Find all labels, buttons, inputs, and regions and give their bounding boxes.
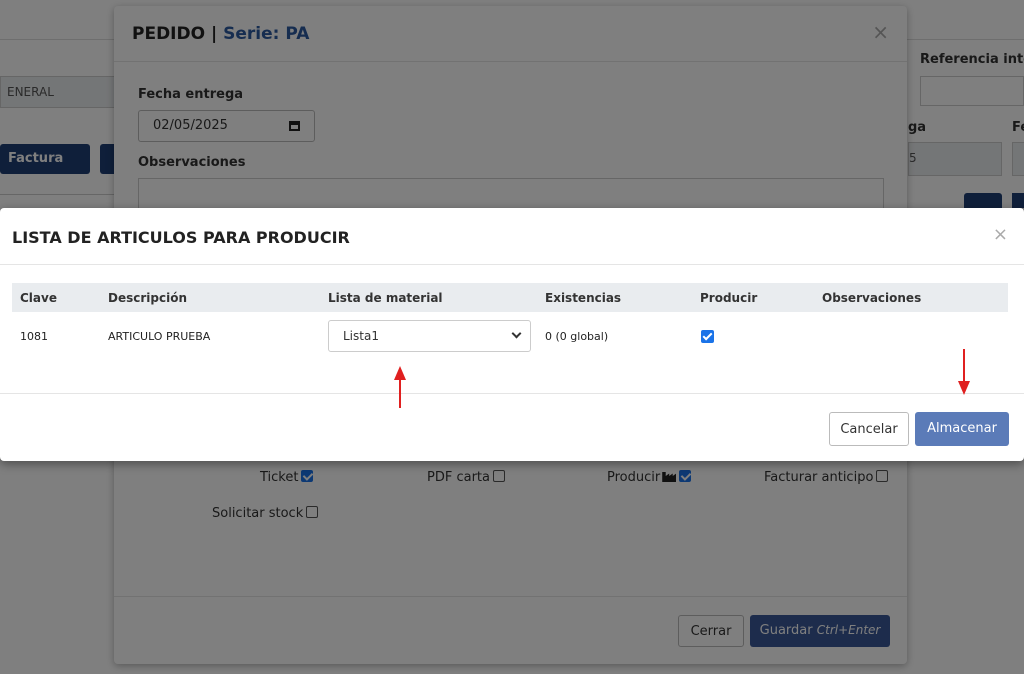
column-existencias: Existencias [545, 291, 622, 305]
column-descripcion: Descripción [108, 291, 187, 305]
cancelar-button[interactable]: Cancelar [829, 412, 909, 446]
row-clave: 1081 [20, 330, 48, 343]
column-producir: Producir [700, 291, 758, 305]
producir-row-checkbox[interactable] [701, 330, 714, 343]
lista-footer: Cancelar Almacenar [0, 393, 1024, 461]
row-descripcion: ARTICULO PRUEBA [108, 330, 211, 343]
close-icon[interactable]: × [993, 224, 1008, 245]
lista-title: LISTA DE ARTICULOS PARA PRODUCIR [12, 228, 350, 247]
column-lista-material: Lista de material [328, 291, 443, 305]
lista-articulos-modal: LISTA DE ARTICULOS PARA PRODUCIR × Clave… [0, 208, 1024, 461]
lista-material-value: Lista1 [343, 329, 379, 343]
row-existencias: 0 (0 global) [545, 330, 609, 343]
arrow-up-annotation [394, 366, 406, 408]
almacenar-button[interactable]: Almacenar [915, 412, 1009, 446]
column-clave: Clave [20, 291, 57, 305]
table-header: Clave Descripción Lista de material Exis… [12, 283, 1008, 312]
articulos-table: Clave Descripción Lista de material Exis… [12, 283, 1008, 358]
lista-header: LISTA DE ARTICULOS PARA PRODUCIR × [0, 208, 1024, 265]
column-observaciones: Observaciones [822, 291, 922, 305]
arrow-down-annotation [958, 349, 970, 395]
lista-material-select[interactable]: Lista1 [328, 320, 531, 352]
table-row: 1081 ARTICULO PRUEBA Lista1 0 (0 global) [12, 312, 1008, 358]
chevron-down-icon [511, 328, 522, 339]
